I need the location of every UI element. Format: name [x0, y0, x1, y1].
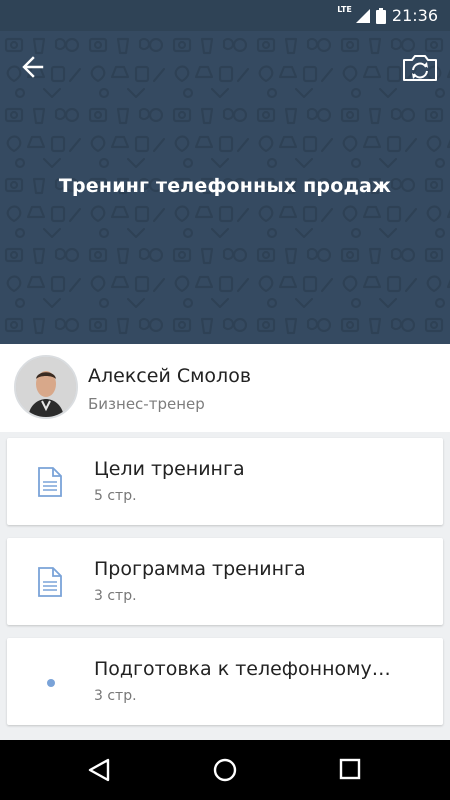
battery-icon: [375, 7, 386, 24]
section-pages: 3 стр.: [94, 588, 137, 604]
camera-switch-icon[interactable]: [400, 51, 440, 85]
status-time: 21:36: [391, 6, 438, 25]
signal-icon: [355, 8, 370, 23]
section-title: Программа тренинга: [94, 558, 306, 580]
author-role: Бизнес-тренер: [88, 395, 205, 413]
recents-square-icon[interactable]: [339, 758, 361, 784]
course-title: Тренинг телефонных продаж: [58, 175, 392, 197]
back-arrow-icon[interactable]: [18, 51, 54, 83]
section-title: Подготовка к телефонному…: [94, 658, 391, 680]
section-title: Цели тренинга: [94, 458, 245, 480]
back-triangle-icon[interactable]: [88, 758, 110, 786]
network-type: LTE: [337, 5, 352, 14]
section-card[interactable]: Подготовка к телефонному… 3 стр.: [7, 638, 443, 725]
document-icon: [38, 567, 62, 601]
document-icon: [38, 467, 62, 501]
section-card[interactable]: Цели тренинга 5 стр.: [7, 438, 443, 525]
author-row[interactable]: Алексей Смолов Бизнес-тренер: [0, 344, 450, 432]
section-card[interactable]: Программа тренинга 3 стр.: [7, 538, 443, 625]
section-pages: 5 стр.: [94, 488, 137, 504]
status-icons: LTE 21:36: [337, 5, 438, 25]
system-nav-bar: [0, 740, 450, 800]
section-pages: 3 стр.: [94, 688, 137, 704]
author-name: Алексей Смолов: [88, 365, 252, 387]
course-header: Тренинг телефонных продаж: [0, 31, 450, 344]
status-bar: LTE 21:36: [0, 0, 450, 31]
home-circle-icon[interactable]: [213, 758, 237, 786]
dot-icon: [47, 679, 55, 687]
avatar: [14, 355, 78, 419]
